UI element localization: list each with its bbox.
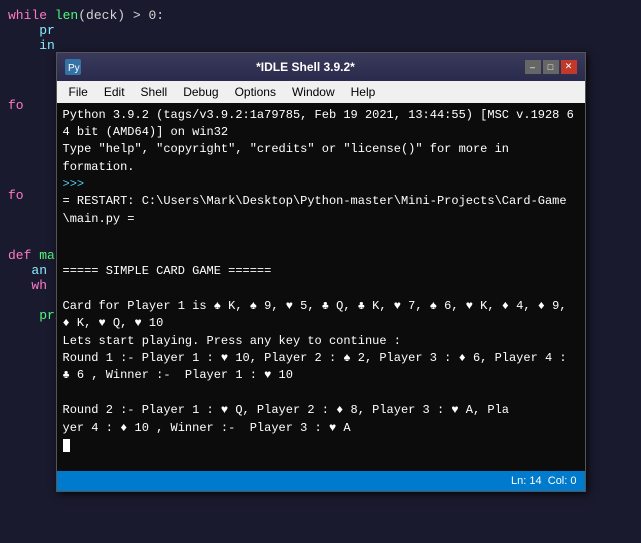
blank-line-3: [63, 280, 579, 297]
cards-line: Card for Player 1 is ♠ K, ♠ 9, ♥ 5, ♣ Q,…: [63, 298, 579, 333]
menubar: File Edit Shell Debug Options Window Hel…: [57, 81, 585, 103]
text-cursor: [63, 439, 70, 452]
shell-output[interactable]: Python 3.9.2 (tags/v3.9.2:1a79785, Feb 1…: [57, 103, 585, 471]
round1-line: Round 1 :- Player 1 : ♥ 10, Player 2 : ♠…: [63, 350, 579, 385]
python-version-line: Python 3.9.2 (tags/v3.9.2:1a79785, Feb 1…: [63, 107, 579, 142]
python-icon: Py: [65, 59, 81, 75]
maximize-button[interactable]: □: [543, 60, 559, 74]
blank-line-2: [63, 246, 579, 263]
window-controls: – □ ✕: [525, 60, 577, 74]
prompt-line: >>>: [63, 176, 579, 193]
minimize-button[interactable]: –: [525, 60, 541, 74]
close-button[interactable]: ✕: [561, 60, 577, 74]
menu-edit[interactable]: Edit: [96, 83, 133, 101]
lets-start-line: Lets start playing. Press any key to con…: [63, 333, 579, 350]
menu-debug[interactable]: Debug: [175, 83, 226, 101]
menu-shell[interactable]: Shell: [133, 83, 176, 101]
restart-line: = RESTART: C:\Users\Mark\Desktop\Python-…: [63, 193, 579, 228]
cursor-line: [63, 437, 579, 454]
menu-help[interactable]: Help: [343, 83, 384, 101]
blank-line-1: [63, 228, 579, 245]
menu-options[interactable]: Options: [227, 83, 284, 101]
menu-file[interactable]: File: [61, 83, 96, 101]
menu-window[interactable]: Window: [284, 83, 343, 101]
round2a-line: Round 2 :- Player 1 : ♥ Q, Player 2 : ♦ …: [63, 402, 579, 419]
python-info-line3: formation.: [63, 159, 579, 176]
window-title: *IDLE Shell 3.9.2*: [87, 60, 525, 74]
game-title-line: ===== SIMPLE CARD GAME ======: [63, 263, 579, 280]
round2b-line: yer 4 : ♦ 10 , Winner :- Player 3 : ♥ A: [63, 420, 579, 437]
idle-shell-window: Py *IDLE Shell 3.9.2* – □ ✕ File Edit Sh…: [56, 52, 586, 492]
python-info-line2: Type "help", "copyright", "credits" or "…: [63, 141, 579, 158]
status-ln-col: Ln: 14 Col: 0: [511, 475, 576, 487]
statusbar: Ln: 14 Col: 0: [57, 471, 585, 491]
blank-line-4: [63, 385, 579, 402]
titlebar: Py *IDLE Shell 3.9.2* – □ ✕: [57, 53, 585, 81]
svg-text:Py: Py: [68, 63, 80, 74]
